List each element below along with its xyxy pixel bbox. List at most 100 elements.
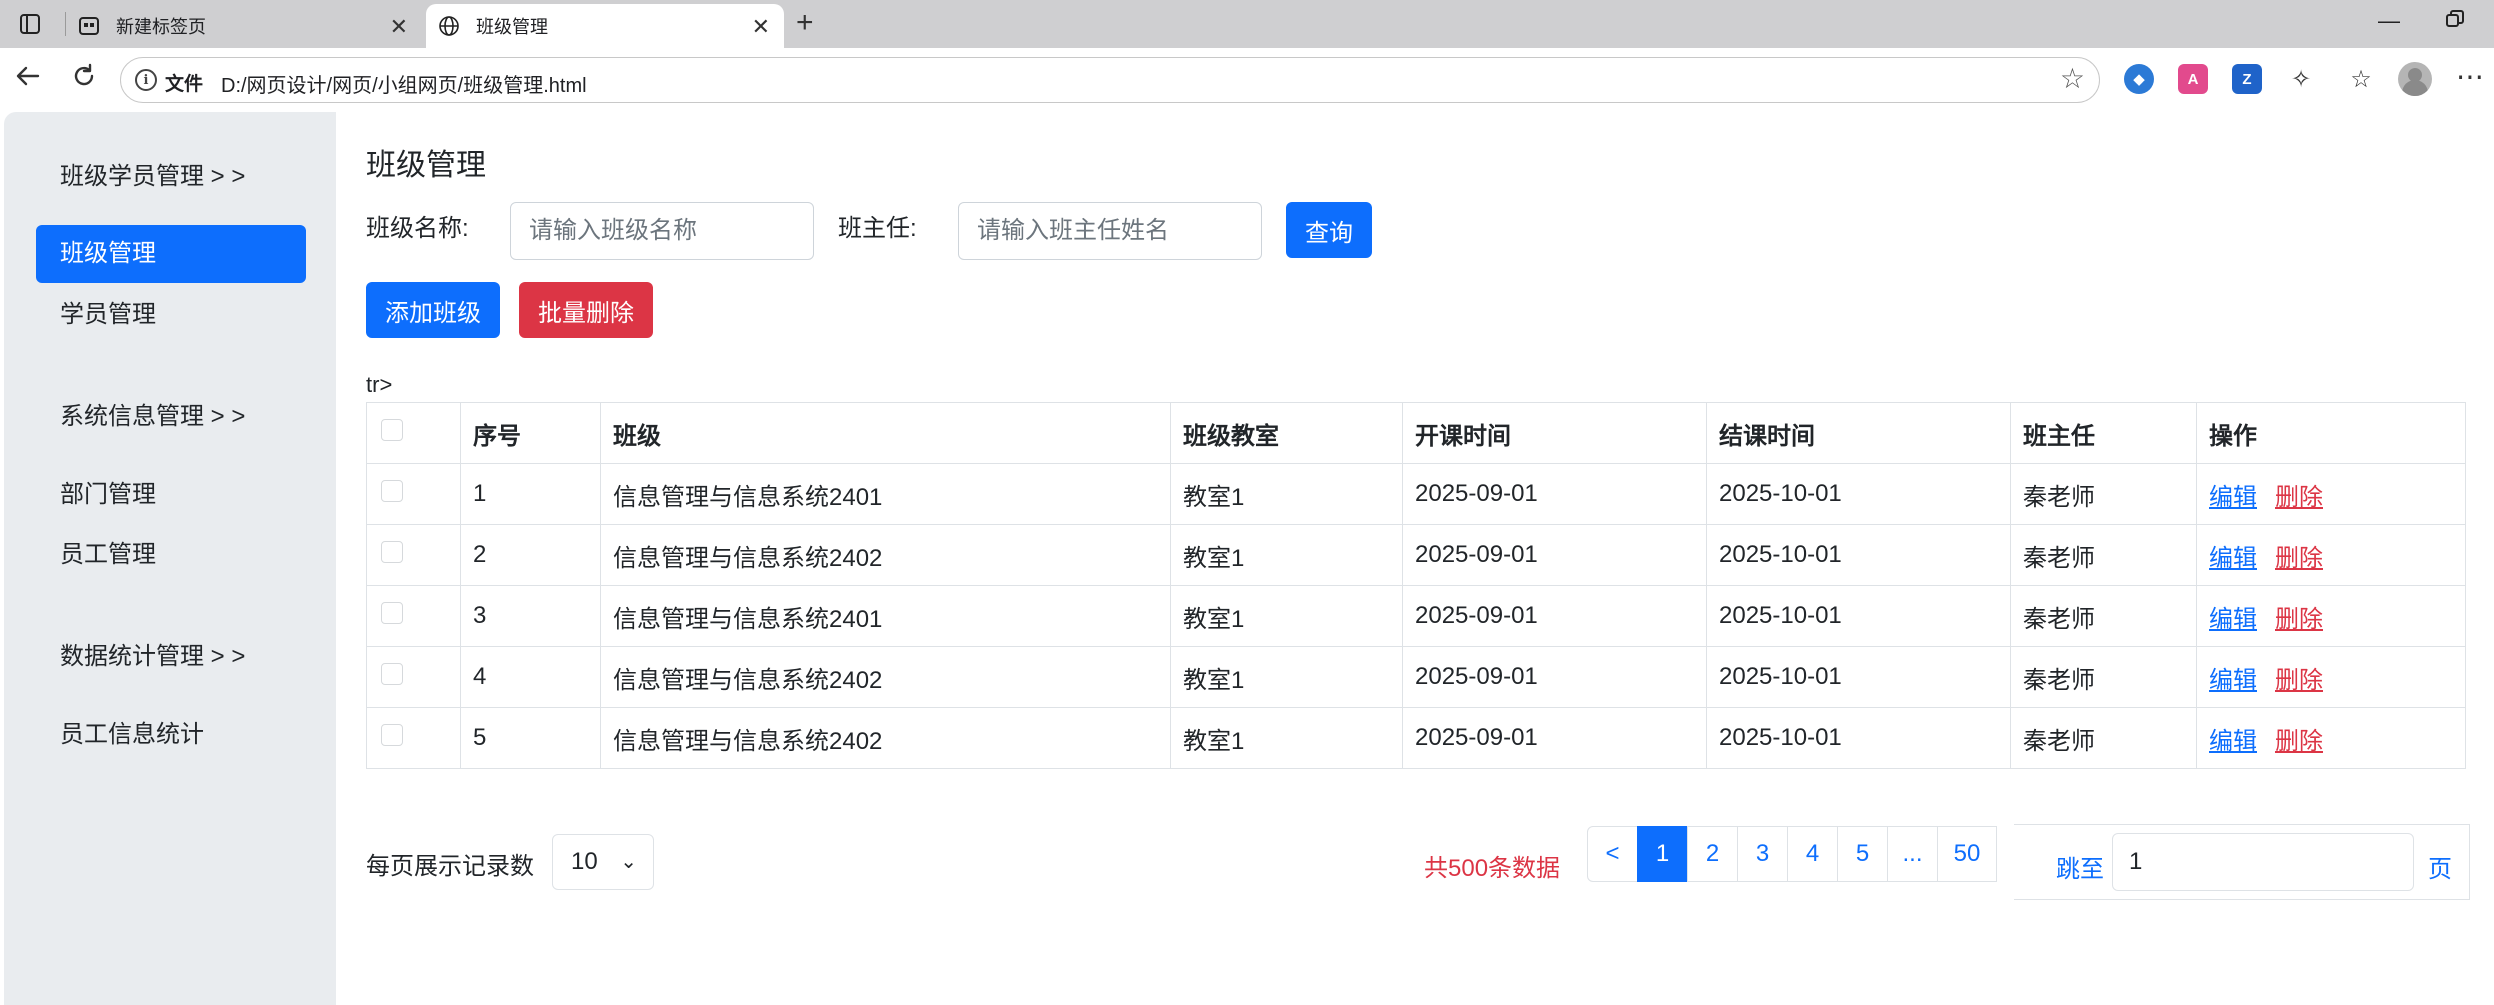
favorite-star-icon[interactable]: ☆ — [2060, 62, 2085, 95]
table-row: 2 信息管理与信息系统2402 教室1 2025-09-01 2025-10-0… — [366, 524, 2466, 586]
row-checkbox[interactable] — [381, 540, 403, 563]
globe-icon — [436, 13, 462, 39]
sidebar: 班级学员管理 > > 班级管理 学员管理 系统信息管理 > > 部门管理 员工管… — [4, 112, 336, 1005]
page-button-4[interactable]: 4 — [1787, 826, 1838, 882]
delete-link[interactable]: 删除 — [2275, 667, 2323, 694]
cell-room: 教室1 — [1170, 524, 1403, 586]
zotero-extension-icon[interactable]: Z — [2232, 64, 2262, 94]
cell-class: 信息管理与信息系统2402 — [600, 524, 1171, 586]
select-all-checkbox[interactable] — [381, 418, 403, 441]
close-tab-icon[interactable]: ✕ — [752, 14, 770, 40]
tab-title: 新建标签页 — [116, 17, 206, 37]
sidebar-item-student-management[interactable]: 学员管理 — [36, 286, 306, 344]
cell-start: 2025-09-01 — [1402, 524, 1707, 586]
profile-avatar[interactable] — [2398, 62, 2432, 96]
sidebar-item-employee-management[interactable]: 员工管理 — [36, 526, 306, 584]
address-scheme: 文件 — [165, 74, 204, 95]
delete-link[interactable]: 删除 — [2275, 606, 2323, 633]
delete-link[interactable]: 删除 — [2275, 728, 2323, 755]
back-arrow-icon[interactable] — [14, 62, 42, 97]
page-button-5[interactable]: 5 — [1837, 826, 1888, 882]
delete-link[interactable]: 删除 — [2275, 484, 2323, 511]
cell-room: 教室1 — [1170, 463, 1403, 525]
page-button-1[interactable]: 1 — [1637, 826, 1688, 882]
select-all-header — [366, 402, 461, 464]
edit-link[interactable]: 编辑 — [2209, 667, 2257, 694]
cell-no: 1 — [460, 463, 601, 525]
teacher-label: 班主任: — [838, 215, 917, 242]
reload-icon[interactable] — [70, 62, 98, 97]
browser-tab-newtab[interactable]: 新建标签页 ✕ — [66, 4, 422, 48]
more-menu-icon[interactable]: ⋯ — [2456, 60, 2484, 93]
cell-class: 信息管理与信息系统2401 — [600, 585, 1171, 647]
edit-link[interactable]: 编辑 — [2209, 728, 2257, 755]
stray-text: tr> — [366, 372, 393, 397]
edit-link[interactable]: 编辑 — [2209, 545, 2257, 572]
row-checkbox[interactable] — [381, 662, 403, 685]
row-checkbox[interactable] — [381, 601, 403, 624]
info-icon[interactable]: i — [135, 69, 157, 91]
teacher-input[interactable] — [958, 202, 1262, 260]
cell-room: 教室1 — [1170, 585, 1403, 647]
jump-label: 跳至 — [2056, 856, 2104, 883]
edit-link[interactable]: 编辑 — [2209, 606, 2257, 633]
browser-tab-active[interactable]: 班级管理 ✕ — [426, 4, 784, 48]
column-header: 班级 — [600, 402, 1171, 464]
row-checkbox[interactable] — [381, 479, 403, 502]
table-row: 4 信息管理与信息系统2402 教室1 2025-09-01 2025-10-0… — [366, 646, 2466, 708]
cell-teacher: 秦老师 — [2010, 585, 2197, 647]
pagination: < 1 2 3 4 5 ... 50 — [1587, 826, 1997, 882]
sidebar-group-statistics[interactable]: 数据统计管理 > > — [60, 636, 245, 671]
tab-title: 班级管理 — [476, 17, 548, 37]
jump-page-input[interactable] — [2112, 833, 2414, 891]
page-button-2[interactable]: 2 — [1687, 826, 1738, 882]
shield-extension-icon[interactable]: ◆ — [2124, 64, 2154, 94]
sidebar-item-class-management[interactable]: 班级管理 — [36, 225, 306, 283]
row-select-cell — [366, 524, 461, 586]
cell-end: 2025-10-01 — [1706, 646, 2011, 708]
column-header: 序号 — [460, 402, 601, 464]
page-button-50[interactable]: 50 — [1937, 826, 1997, 882]
page-prev-button[interactable]: < — [1587, 826, 1638, 882]
page-jump: 跳至 页 — [2014, 824, 2470, 900]
restore-window-icon[interactable] — [2446, 8, 2464, 34]
per-page-select[interactable]: 10 ⌄ — [552, 834, 654, 890]
minimize-icon[interactable]: — — [2378, 8, 2400, 34]
column-header: 班主任 — [2010, 402, 2197, 464]
page-ellipsis: ... — [1887, 826, 1938, 882]
sidebar-group-class-student[interactable]: 班级学员管理 > > — [60, 156, 245, 191]
page-viewport: 班级学员管理 > > 班级管理 学员管理 系统信息管理 > > 部门管理 员工管… — [0, 112, 2494, 1005]
new-tab-plus-icon[interactable]: + — [796, 6, 814, 40]
row-checkbox[interactable] — [381, 723, 403, 746]
row-select-cell — [366, 463, 461, 525]
extensions-puzzle-icon[interactable]: ✧ — [2286, 64, 2316, 94]
column-header: 结课时间 — [1706, 402, 2011, 464]
class-name-input[interactable] — [510, 202, 814, 260]
row-select-cell — [366, 646, 461, 708]
browser-tab-bar: 新建标签页 ✕ 班级管理 ✕ + — — [0, 0, 2494, 48]
add-class-button[interactable]: 添加班级 — [366, 282, 500, 338]
address-bar[interactable]: i 文件 D:/网页设计/网页/小组网页/班级管理.html ☆ — [120, 57, 2100, 103]
favorites-list-icon[interactable]: ☆ — [2346, 64, 2376, 94]
column-header: 操作 — [2196, 402, 2466, 464]
page-button-3[interactable]: 3 — [1737, 826, 1788, 882]
delete-link[interactable]: 删除 — [2275, 545, 2323, 572]
page-title: 班级管理 — [366, 149, 486, 182]
tab-actions-icon[interactable] — [10, 10, 50, 38]
query-button[interactable]: 查询 — [1286, 202, 1372, 258]
cell-end: 2025-10-01 — [1706, 463, 2011, 525]
column-header: 班级教室 — [1170, 402, 1403, 464]
edit-link[interactable]: 编辑 — [2209, 484, 2257, 511]
class-name-label: 班级名称: — [366, 215, 469, 242]
cell-actions: 编辑 删除 — [2196, 585, 2466, 647]
sidebar-item-department-management[interactable]: 部门管理 — [36, 466, 306, 524]
sidebar-item-employee-statistics[interactable]: 员工信息统计 — [36, 706, 306, 764]
close-tab-icon[interactable]: ✕ — [390, 14, 408, 40]
cell-end: 2025-10-01 — [1706, 585, 2011, 647]
translate-extension-icon[interactable]: A — [2178, 64, 2208, 94]
batch-delete-button[interactable]: 批量删除 — [519, 282, 653, 338]
cell-actions: 编辑 删除 — [2196, 524, 2466, 586]
sidebar-group-system-info[interactable]: 系统信息管理 > > — [60, 396, 245, 431]
cell-teacher: 秦老师 — [2010, 463, 2197, 525]
address-url[interactable]: D:/网页设计/网页/小组网页/班级管理.html — [221, 69, 587, 98]
